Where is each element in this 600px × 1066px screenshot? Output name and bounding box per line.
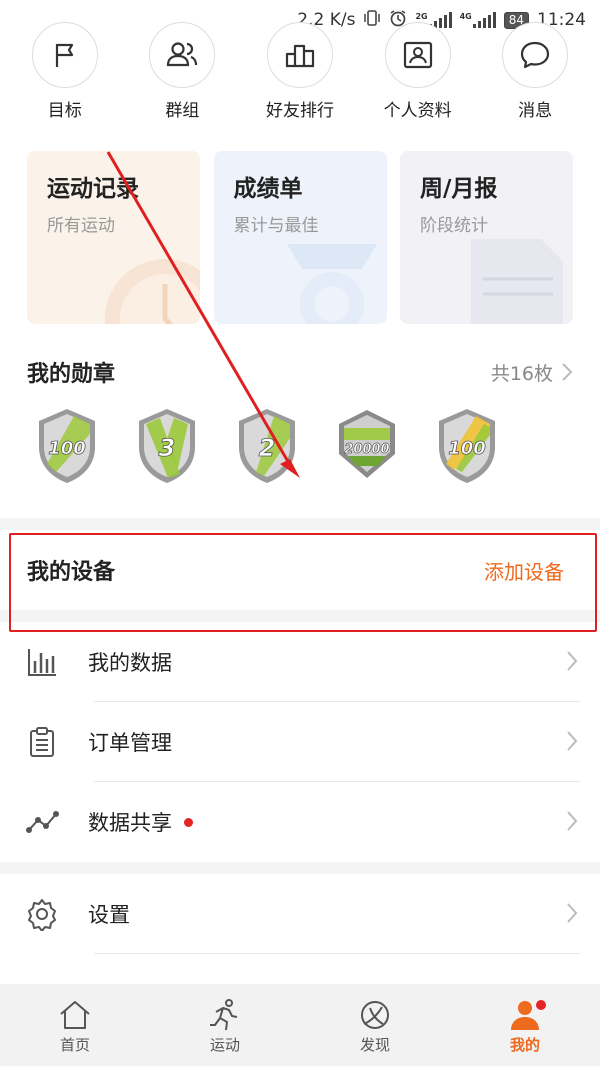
quick-actions: 目标 群组 好友排行 个人资料 消息 bbox=[0, 22, 600, 121]
quick-action-label: 个人资料 bbox=[383, 101, 452, 121]
notification-badge bbox=[534, 997, 548, 1012]
menu-item-my-data[interactable]: 我的数据 bbox=[0, 622, 600, 702]
menu-item-label: 我的数据 bbox=[88, 651, 172, 675]
quick-action-label: 消息 bbox=[518, 101, 553, 121]
card-workout-records[interactable]: 运动记录 所有运动 bbox=[27, 151, 200, 324]
net1-label: 2G bbox=[415, 12, 428, 21]
summary-cards: 运动记录 所有运动 成绩单 累计与最佳 周/月报 阶段统计 bbox=[0, 151, 600, 324]
net2-label: 4G bbox=[459, 12, 472, 21]
chevron-right-icon bbox=[567, 811, 578, 831]
message-icon bbox=[502, 22, 569, 88]
chevron-right-icon bbox=[567, 903, 578, 923]
medal-text: 100 bbox=[48, 438, 86, 459]
card-title: 运动记录 bbox=[47, 176, 139, 202]
quick-action-ranking[interactable]: 好友排行 bbox=[244, 22, 356, 121]
medal-badge[interactable]: 20000 bbox=[334, 406, 400, 486]
tab-label: 我的 bbox=[509, 1035, 540, 1054]
quick-action-goal[interactable]: 目标 bbox=[9, 22, 121, 121]
discover-icon bbox=[358, 996, 392, 1034]
add-device-button[interactable]: 添加设备 bbox=[484, 556, 564, 585]
bar-chart-icon bbox=[22, 647, 62, 677]
menu-item-data-sharing[interactable]: 数据共享 bbox=[0, 782, 600, 862]
tab-discover[interactable]: 发现 bbox=[320, 996, 430, 1055]
notification-dot bbox=[184, 817, 193, 827]
medal-badge[interactable]: 100 bbox=[34, 406, 100, 486]
tab-label: 发现 bbox=[359, 1035, 390, 1054]
menu-item-orders[interactable]: 订单管理 bbox=[0, 702, 600, 782]
medal-text: 3 bbox=[159, 434, 176, 462]
quick-action-profile[interactable]: 个人资料 bbox=[362, 22, 474, 121]
tab-home[interactable]: 首页 bbox=[20, 996, 130, 1055]
trophy-illustration-icon bbox=[286, 244, 377, 324]
medals-title: 我的勋章 bbox=[27, 362, 116, 387]
divider bbox=[0, 610, 600, 622]
tab-workout[interactable]: 运动 bbox=[170, 996, 280, 1055]
signal-4g-icon: 4G bbox=[460, 12, 496, 28]
divider bbox=[0, 518, 600, 530]
chevron-right-icon bbox=[562, 363, 573, 381]
flag-icon bbox=[31, 22, 98, 88]
divider bbox=[0, 862, 600, 874]
quick-action-label: 群组 bbox=[165, 101, 200, 121]
quick-action-label: 好友排行 bbox=[265, 101, 334, 121]
menu-item-label: 设置 bbox=[88, 903, 130, 927]
quick-action-messages[interactable]: 消息 bbox=[479, 22, 591, 121]
row-separator bbox=[94, 953, 580, 954]
clipboard-icon bbox=[22, 726, 62, 758]
tab-label: 首页 bbox=[59, 1035, 90, 1054]
medals-count-wrap: 共16枚 bbox=[491, 359, 573, 386]
profile-card-icon bbox=[384, 22, 451, 88]
medal-text: 2 bbox=[259, 434, 276, 462]
menu-item-label: 订单管理 bbox=[88, 731, 172, 755]
medal-list: 100 3 2 20000 100 bbox=[0, 406, 600, 486]
quick-action-label: 目标 bbox=[47, 101, 82, 121]
medals-header[interactable]: 我的勋章 共16枚 bbox=[0, 356, 600, 388]
gear-icon bbox=[22, 897, 62, 931]
menu-item-label: 数据共享 bbox=[88, 811, 172, 835]
medal-text: 100 bbox=[448, 438, 486, 459]
tab-label: 运动 bbox=[209, 1035, 240, 1054]
group-icon bbox=[149, 22, 216, 88]
share-graph-icon bbox=[22, 808, 62, 836]
home-icon bbox=[58, 996, 92, 1034]
medal-text: 20000 bbox=[344, 442, 389, 457]
medal-badge[interactable]: 2 bbox=[234, 406, 300, 486]
running-icon bbox=[208, 996, 242, 1034]
document-illustration-icon bbox=[471, 239, 563, 324]
vibrate-icon bbox=[363, 9, 381, 31]
card-title: 成绩单 bbox=[233, 176, 303, 202]
card-report-card[interactable]: 成绩单 累计与最佳 bbox=[213, 151, 387, 324]
chevron-right-icon bbox=[567, 731, 578, 751]
bottom-tab-bar: 首页 运动 发现 我的 bbox=[0, 984, 600, 1066]
ranking-icon bbox=[266, 22, 333, 88]
tab-me[interactable]: 我的 bbox=[470, 996, 580, 1055]
medals-count: 共16枚 bbox=[490, 362, 553, 385]
clock-illustration-icon bbox=[105, 259, 200, 324]
quick-action-groups[interactable]: 群组 bbox=[126, 22, 238, 121]
card-title: 周/月报 bbox=[420, 176, 498, 202]
medal-badge[interactable]: 100 bbox=[434, 406, 500, 486]
card-weekly-monthly-report[interactable]: 周/月报 阶段统计 bbox=[400, 151, 573, 324]
my-devices-row[interactable]: 我的设备 添加设备 bbox=[0, 530, 600, 610]
chevron-right-icon bbox=[567, 651, 578, 671]
medal-badge[interactable]: 3 bbox=[134, 406, 200, 486]
menu-item-settings[interactable]: 设置 bbox=[0, 874, 600, 954]
my-devices-title: 我的设备 bbox=[27, 560, 116, 585]
